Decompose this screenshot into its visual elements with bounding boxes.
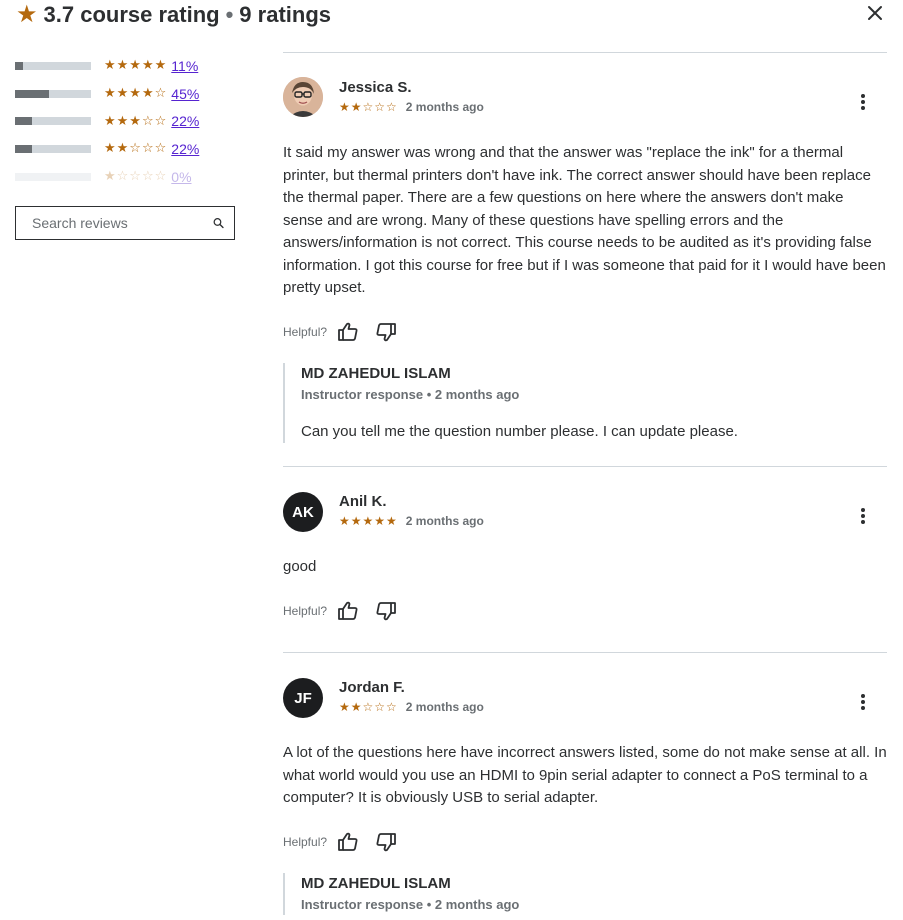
user-photo-icon [283,77,323,117]
star-rating-icon: ★★★★★ [339,514,398,528]
review-meta: ★★☆☆☆ 2 months ago [339,700,484,714]
more-options-icon[interactable] [857,92,869,112]
review-item: AK Anil K. ★★★★★ 2 months ago good Helpf… [283,466,887,652]
star-rating-icon: ★★★☆☆ [104,113,168,129]
star-icon: ★ [16,1,38,28]
review-date: 2 months ago [405,100,484,114]
avatar [283,77,323,117]
helpful-label: Helpful? [283,604,328,618]
instructor-name: MD ZAHEDUL ISLAM [301,365,451,382]
helpful-row: Helpful? [283,831,413,853]
rating-bar [15,172,91,181]
rating-header: ★ 3.7 course rating • 9 ratings [16,0,331,30]
rating-row-5[interactable]: ★★★★★ 11% [15,52,235,80]
helpful-label: Helpful? [283,325,328,339]
review-text: A lot of the questions here have incorre… [283,744,887,806]
thumbs-down-icon[interactable] [375,321,397,343]
reviews-list: Jessica S. ★★☆☆☆ 2 months ago It said my… [283,52,887,920]
reviewer-name: Jessica S. [339,79,412,96]
rating-bar [15,117,91,126]
thumbs-down-icon[interactable] [375,600,397,622]
more-options-icon[interactable] [857,506,869,526]
review-meta: ★★★★★ 2 months ago [339,514,484,528]
search-box [15,206,235,240]
rating-bar-fill [15,61,24,70]
reviewer-name: Anil K. [339,493,387,510]
review-item: JF Jordan F. ★★☆☆☆ 2 months ago A lot of… [283,652,887,920]
rating-row-2[interactable]: ★★☆☆☆ 22% [15,135,235,163]
reviewer-name: Jordan F. [339,679,405,696]
review-text: It said my answer was wrong and that the… [283,144,886,296]
rating-percent-link[interactable]: 11% [171,58,198,74]
thumbs-down-icon[interactable] [375,831,397,853]
thumbs-up-icon[interactable] [337,600,359,622]
search-input[interactable] [32,215,213,231]
rating-percent-link: 0% [171,168,192,185]
star-rating-icon: ★★☆☆☆ [339,700,398,714]
helpful-row: Helpful? [283,600,413,622]
ratings-count: 9 ratings [239,2,331,27]
star-rating-icon: ★☆☆☆☆ [104,169,168,185]
close-icon[interactable] [864,2,886,24]
avatar: JF [283,678,323,718]
separator-dot: • [225,2,234,27]
more-options-icon[interactable] [857,692,869,712]
rating-bar-fill [15,89,50,98]
thumbs-up-icon[interactable] [337,321,359,343]
instructor-response-meta: Instructor response • 2 months ago [301,387,520,402]
avatar: AK [283,492,323,532]
rating-percent-link[interactable]: 22% [171,113,199,129]
rating-distribution: ★★★★★ 11% ★★★★☆ 45% ★★★☆☆ 22% ★★☆☆☆ 22% … [15,52,235,190]
search-icon[interactable] [213,215,224,231]
rating-row-3[interactable]: ★★★☆☆ 22% [15,107,235,135]
rating-percent-link[interactable]: 22% [171,141,199,157]
star-rating-icon: ★★★★☆ [104,86,168,102]
rating-row-1: ★☆☆☆☆ 0% [15,163,235,191]
review-date: 2 months ago [405,514,484,528]
review-meta: ★★☆☆☆ 2 months ago [339,100,484,114]
instructor-response: MD ZAHEDUL ISLAM Instructor response • 2… [283,363,887,443]
rating-bar [15,61,91,70]
review-date: 2 months ago [405,700,484,714]
star-rating-icon: ★★★★★ [104,58,168,74]
review-text: good [283,558,317,575]
rating-bar [15,89,91,98]
rating-percent-link[interactable]: 45% [171,86,199,102]
instructor-name: MD ZAHEDUL ISLAM [301,875,451,892]
rating-bar-fill [15,117,32,126]
rating-bar-fill [15,144,32,153]
review-item: Jessica S. ★★☆☆☆ 2 months ago It said my… [283,52,887,466]
course-rating-title: 3.7 course rating [43,2,220,27]
instructor-response-meta: Instructor response • 2 months ago [301,897,520,912]
instructor-response: MD ZAHEDUL ISLAM Instructor response • 2… [283,873,887,915]
rating-row-4[interactable]: ★★★★☆ 45% [15,80,235,108]
instructor-response-text: Can you tell me the question number plea… [301,423,738,440]
star-rating-icon: ★★☆☆☆ [104,141,168,157]
rating-bar [15,144,91,153]
star-rating-icon: ★★☆☆☆ [339,100,398,114]
helpful-row: Helpful? [283,321,413,343]
thumbs-up-icon[interactable] [337,831,359,853]
helpful-label: Helpful? [283,835,328,849]
